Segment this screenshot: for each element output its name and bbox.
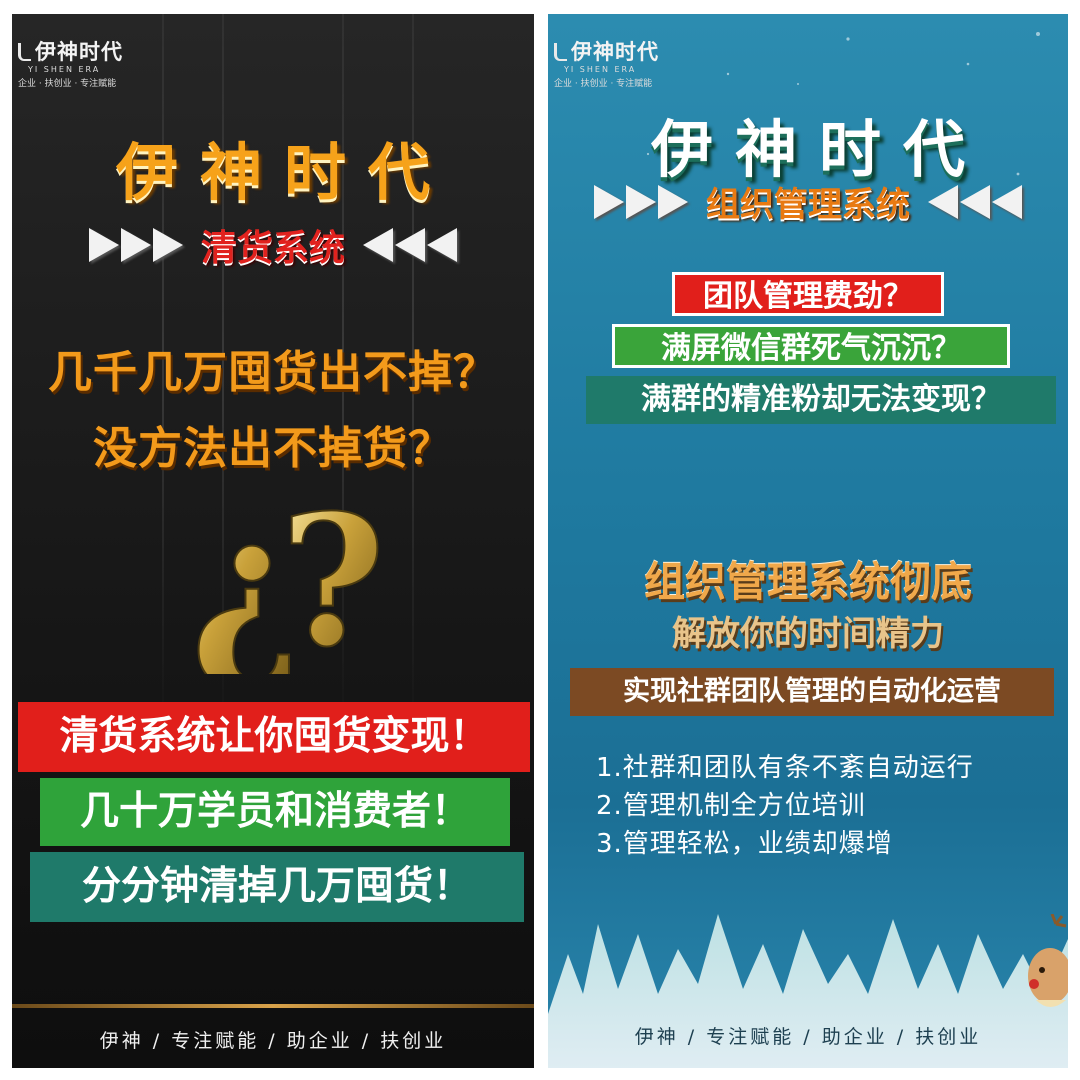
- right-arrows-icon: [88, 228, 183, 262]
- subtitle-row: 清货系统: [12, 219, 534, 271]
- logo-name: 伊神时代: [571, 40, 659, 64]
- teal-banner: 分分钟清掉几万囤货！: [30, 852, 524, 922]
- poster-subtitle: 组织管理系统: [706, 185, 910, 225]
- teal-banner: 满群的精准粉却无法变现？: [586, 376, 1056, 424]
- brand-logo: 伊神时代 YI SHEN ERA 企业 · 扶创业 · 专注赋能: [554, 36, 734, 89]
- reindeer-icon: [1028, 914, 1068, 1007]
- red-banner: 清货系统让你囤货变现！: [18, 702, 530, 772]
- subtitle-row: 组织管理系统: [548, 177, 1068, 226]
- feature-list: 1.社群和团队有条不紊自动运行 2.管理机制全方位培训 3.管理轻松，业绩却爆增: [596, 749, 974, 863]
- headline: 组织管理系统彻底: [644, 558, 972, 606]
- brand-mark-icon: [18, 43, 31, 61]
- right-arrows-icon: [594, 184, 688, 219]
- brown-banner: 实现社群团队管理的自动化运营: [570, 668, 1054, 716]
- brand-logo: 伊神时代 YI SHEN ERA 企业 · 扶创业 · 专注赋能: [18, 36, 198, 89]
- red-banner: 团队管理费劲？: [672, 272, 944, 316]
- question-1: 几千几万囤货出不掉？: [48, 347, 498, 398]
- list-item: 3.管理轻松，业绩却爆增: [596, 829, 893, 859]
- poster-title: 伊神时代: [650, 113, 987, 186]
- poster-subtitle: 清货系统: [200, 228, 345, 269]
- gold-divider: [12, 1004, 534, 1008]
- question-2: 没方法出不掉货？: [93, 423, 453, 474]
- logo-english: YI SHEN ERA: [28, 65, 101, 74]
- list-item: 1.社群和团队有条不紊自动运行: [596, 753, 974, 783]
- green-banner: 几十万学员和消费者！: [40, 778, 510, 846]
- list-item: 2.管理机制全方位培训: [596, 791, 866, 821]
- headline-sub: 解放你的时间精力: [672, 614, 944, 654]
- right-poster: 伊神时代 YI SHEN ERA 企业 · 扶创业 · 专注赋能 伊神时代 组织…: [548, 14, 1068, 1068]
- poster-title: 伊神时代: [115, 136, 452, 209]
- logo-tagline: 企业 · 扶创业 · 专注赋能: [18, 79, 117, 89]
- svg-text:?: ?: [280, 484, 382, 674]
- left-arrows-icon: [928, 184, 1022, 219]
- logo-name: 伊神时代: [35, 40, 123, 64]
- gold-question-marks-icon: ¿ ?: [189, 484, 382, 674]
- left-arrows-icon: [363, 228, 457, 262]
- green-banner: 满屏微信群死气沉沉？: [612, 324, 1010, 368]
- logo-tagline: 企业 · 扶创业 · 专注赋能: [554, 79, 653, 89]
- logo-english: YI SHEN ERA: [564, 65, 637, 74]
- poster-footer: 伊神 / 专注赋能 / 助企业 / 扶创业: [99, 1030, 447, 1052]
- left-poster: 伊神时代 YI SHEN ERA 企业 · 扶创业 · 专注赋能 伊神时代 清货…: [12, 14, 534, 1068]
- brand-mark-icon: [554, 43, 567, 61]
- poster-footer: 伊神 / 专注赋能 / 助企业 / 扶创业: [634, 1026, 982, 1048]
